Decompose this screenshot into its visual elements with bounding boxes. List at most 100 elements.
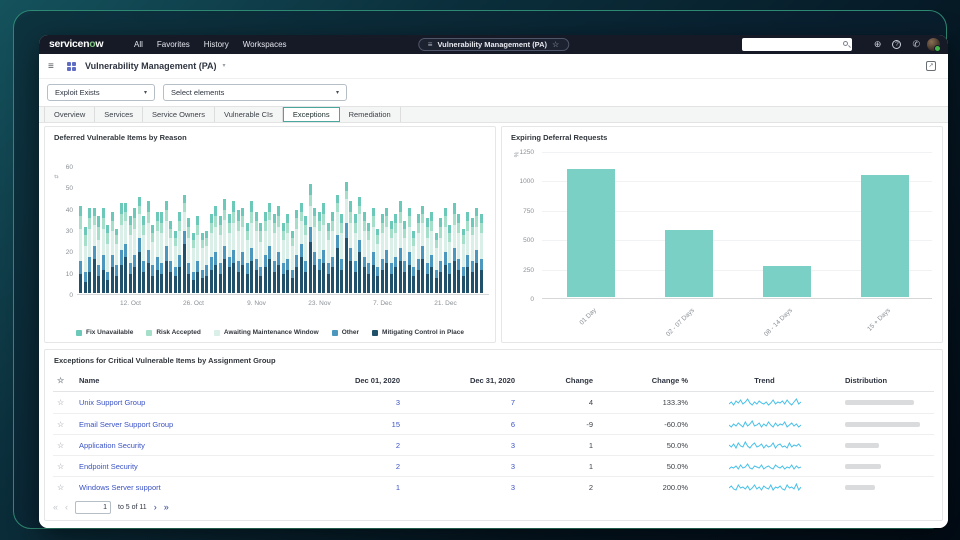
dec31-value-link[interactable]: 3 bbox=[404, 441, 519, 450]
stacked-bar[interactable] bbox=[327, 223, 330, 293]
stacked-bar[interactable] bbox=[138, 197, 141, 293]
stacked-bar[interactable] bbox=[462, 229, 465, 293]
stacked-bar[interactable] bbox=[480, 214, 483, 293]
globe-icon[interactable]: ⊕ bbox=[874, 40, 882, 49]
stacked-bar[interactable] bbox=[417, 214, 420, 293]
prev-page-icon[interactable]: ‹ bbox=[65, 503, 68, 512]
stacked-bar[interactable] bbox=[97, 216, 100, 293]
stacked-bar[interactable] bbox=[367, 223, 370, 293]
assignment-group-link[interactable]: Application Security bbox=[79, 441, 304, 450]
dec01-value-link[interactable]: 2 bbox=[304, 462, 404, 471]
favorite-star-icon[interactable]: ☆ bbox=[53, 420, 79, 429]
stacked-bar[interactable] bbox=[385, 208, 388, 293]
top-menu-item-all[interactable]: All bbox=[134, 40, 143, 49]
stacked-bar[interactable] bbox=[313, 208, 316, 293]
stacked-bar[interactable] bbox=[430, 212, 433, 293]
legend-item-fix-unavailable[interactable]: Fix Unavailable bbox=[76, 329, 133, 336]
stacked-bar[interactable] bbox=[259, 223, 262, 293]
legend-item-other[interactable]: Other bbox=[332, 329, 359, 336]
stacked-bar[interactable] bbox=[196, 216, 199, 293]
stacked-bar[interactable] bbox=[187, 218, 190, 293]
tab-overview[interactable]: Overview bbox=[44, 107, 95, 122]
bar-08---14-days[interactable] bbox=[763, 266, 811, 297]
stacked-bar[interactable] bbox=[111, 212, 114, 293]
stacked-bar[interactable] bbox=[426, 218, 429, 293]
stacked-bar[interactable] bbox=[246, 223, 249, 293]
stacked-bar[interactable] bbox=[250, 201, 253, 293]
dec31-value-link[interactable]: 7 bbox=[404, 398, 519, 407]
select-elements-dropdown[interactable]: Select elements ▾ bbox=[163, 84, 347, 101]
page-number-input[interactable] bbox=[75, 501, 111, 514]
share-export-icon[interactable]: ↗ bbox=[926, 61, 936, 71]
stacked-bar[interactable] bbox=[322, 203, 325, 293]
tab-exceptions[interactable]: Exceptions bbox=[283, 107, 340, 122]
stacked-bar[interactable] bbox=[214, 206, 217, 293]
stacked-bar[interactable] bbox=[147, 201, 150, 293]
dec31-value-link[interactable]: 6 bbox=[404, 420, 519, 429]
stacked-bar[interactable] bbox=[421, 206, 424, 293]
favorite-star-icon[interactable]: ☆ bbox=[53, 441, 79, 450]
stacked-bar[interactable] bbox=[340, 214, 343, 293]
assignment-group-link[interactable]: Unix Support Group bbox=[79, 398, 304, 407]
stacked-bar[interactable] bbox=[151, 225, 154, 293]
stacked-bar[interactable] bbox=[390, 221, 393, 294]
stacked-bar[interactable] bbox=[232, 201, 235, 293]
stacked-bar[interactable] bbox=[241, 208, 244, 293]
first-page-icon[interactable]: « bbox=[53, 503, 58, 512]
tab-services[interactable]: Services bbox=[95, 107, 143, 122]
top-menu-item-workspaces[interactable]: Workspaces bbox=[243, 40, 287, 49]
stacked-bar[interactable] bbox=[475, 208, 478, 293]
stacked-bar[interactable] bbox=[84, 227, 87, 293]
stacked-bar[interactable] bbox=[295, 210, 298, 293]
stacked-bar[interactable] bbox=[178, 212, 181, 293]
bar-01-day[interactable] bbox=[567, 169, 615, 297]
tab-vulnerable-cis[interactable]: Vulnerable CIs bbox=[215, 107, 283, 122]
stacked-bar[interactable] bbox=[412, 231, 415, 293]
stacked-bar[interactable] bbox=[349, 201, 352, 293]
title-caret-icon[interactable]: ▾ bbox=[223, 62, 226, 69]
last-page-icon[interactable]: » bbox=[164, 503, 169, 512]
stacked-bar[interactable] bbox=[439, 218, 442, 293]
stacked-bar[interactable] bbox=[169, 221, 172, 294]
dashboard-grid-icon[interactable] bbox=[67, 62, 76, 71]
stacked-bar[interactable] bbox=[88, 208, 91, 293]
tab-remediation[interactable]: Remediation bbox=[340, 107, 401, 122]
help-icon[interactable]: ? bbox=[892, 40, 901, 49]
stacked-bar[interactable] bbox=[273, 214, 276, 293]
stacked-bar[interactable] bbox=[372, 208, 375, 293]
stacked-bar[interactable] bbox=[363, 212, 366, 293]
stacked-bar[interactable] bbox=[345, 182, 348, 293]
stacked-bar[interactable] bbox=[156, 212, 159, 293]
stacked-bar[interactable] bbox=[471, 218, 474, 293]
stacked-bar[interactable] bbox=[376, 229, 379, 293]
stacked-bar[interactable] bbox=[79, 206, 82, 293]
stacked-bar[interactable] bbox=[444, 208, 447, 293]
dec01-value-link[interactable]: 15 bbox=[304, 420, 404, 429]
pill-star-icon[interactable]: ☆ bbox=[552, 40, 559, 49]
exploit-exists-dropdown[interactable]: Exploit Exists ▾ bbox=[47, 84, 155, 101]
stacked-bar[interactable] bbox=[394, 214, 397, 293]
dec01-value-link[interactable]: 1 bbox=[304, 483, 404, 492]
stacked-bar[interactable] bbox=[129, 216, 132, 293]
stacked-bar[interactable] bbox=[124, 203, 127, 293]
favorite-star-icon[interactable]: ☆ bbox=[53, 483, 79, 492]
stacked-bar[interactable] bbox=[102, 208, 105, 293]
stacked-bar[interactable] bbox=[223, 199, 226, 293]
stacked-bar[interactable] bbox=[358, 197, 361, 293]
global-search-input[interactable] bbox=[742, 38, 852, 51]
tab-service-owners[interactable]: Service Owners bbox=[143, 107, 215, 122]
stacked-bar[interactable] bbox=[268, 203, 271, 293]
sidebar-toggle-icon[interactable]: ≡ bbox=[48, 61, 54, 72]
bar-15-+-days[interactable] bbox=[861, 175, 909, 297]
stacked-bar[interactable] bbox=[457, 214, 460, 293]
assignment-group-link[interactable]: Windows Server support bbox=[79, 483, 304, 492]
stacked-bar[interactable] bbox=[183, 195, 186, 293]
context-pill[interactable]: ≡ Vulnerability Management (PA) ☆ bbox=[418, 38, 569, 51]
star-column-icon[interactable]: ☆ bbox=[53, 376, 79, 385]
stacked-bar[interactable] bbox=[201, 233, 204, 293]
legend-item-risk-accepted[interactable]: Risk Accepted bbox=[146, 329, 201, 336]
stacked-bar[interactable] bbox=[403, 221, 406, 294]
stacked-bar[interactable] bbox=[192, 233, 195, 293]
stacked-bar[interactable] bbox=[331, 212, 334, 293]
dec01-value-link[interactable]: 3 bbox=[304, 398, 404, 407]
